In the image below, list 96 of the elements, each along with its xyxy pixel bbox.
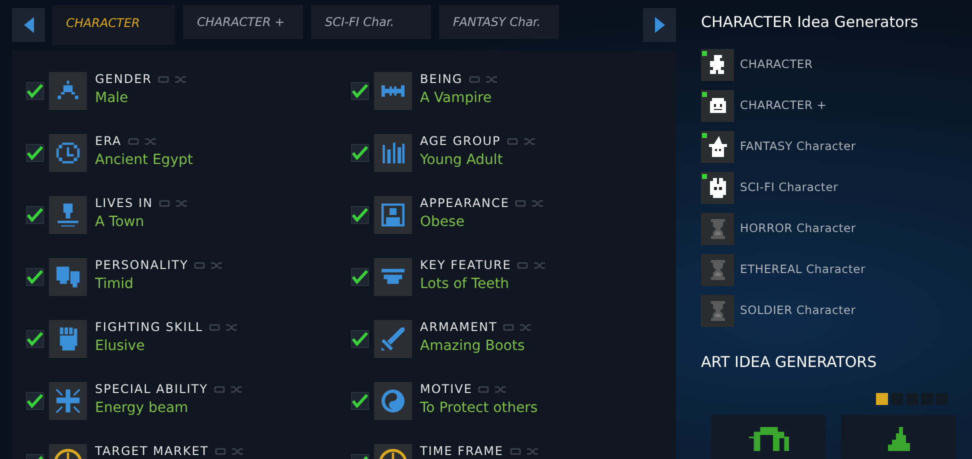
checkbox[interactable] [351, 392, 369, 410]
generator-item[interactable]: CHARACTER [701, 48, 817, 80]
art-card[interactable] [841, 415, 956, 459]
field-label: TIME FRAME [420, 444, 504, 459]
sidebar-title: CHARACTER Idea Generators [701, 12, 918, 33]
generator-label: SCI-FI Character [740, 178, 838, 196]
check-icon [352, 394, 368, 408]
page-indicator[interactable] [876, 393, 888, 405]
shuffle-icon[interactable] [532, 200, 544, 207]
page-indicator[interactable] [906, 393, 918, 405]
tab[interactable]: FANTASY Char. [439, 5, 559, 39]
field-label: ERA [95, 134, 122, 149]
page-indicator[interactable] [891, 393, 903, 405]
generator-item[interactable]: ETHEREAL Character [701, 254, 870, 286]
generator-item[interactable]: SCI-FI Character [701, 172, 842, 204]
shuffle-icon[interactable] [226, 324, 238, 331]
field-value: A Vampire [420, 89, 492, 108]
field-value: To Protect others [420, 399, 538, 418]
check-icon [27, 208, 43, 222]
generator-label: CHARACTER [740, 56, 813, 73]
field-label: PERSONALITY [95, 258, 188, 273]
generator-item[interactable]: SOLDIER Character [701, 294, 860, 326]
shuffle-icon[interactable] [486, 76, 497, 83]
generator-label: ETHEREAL Character [740, 260, 866, 278]
check-icon [27, 84, 43, 98]
field-value: A Town [95, 213, 144, 232]
field-value: Obese [420, 213, 464, 232]
field-label: FIGHTING SKILL [95, 320, 204, 335]
generator-label: SOLDIER Character [740, 302, 856, 319]
shuffle-icon[interactable] [175, 76, 186, 83]
generator-item[interactable]: HORROR Character [701, 212, 860, 244]
page-indicator[interactable] [936, 393, 948, 405]
shuffle-icon[interactable] [526, 448, 538, 455]
shuffle-icon[interactable] [211, 262, 222, 269]
check-icon [352, 84, 368, 98]
tree-drawing [888, 427, 910, 451]
shuffle-icon[interactable] [232, 448, 243, 455]
field-label: KEY FEATURE [420, 258, 512, 273]
check-icon [27, 146, 43, 160]
checkbox[interactable] [26, 144, 44, 162]
shuffle-icon[interactable] [230, 386, 242, 393]
shuffle-icon[interactable] [524, 138, 535, 145]
section-title: ART IDEA GENERATORS [701, 352, 877, 372]
page-indicator[interactable] [921, 393, 933, 405]
check-icon [352, 208, 368, 222]
checkbox[interactable] [351, 268, 369, 286]
check-icon [27, 270, 43, 284]
checkbox[interactable] [351, 82, 369, 100]
field-value: Elusive [95, 337, 145, 356]
field-label: SPECIAL ABILITY [95, 382, 208, 397]
checkbox[interactable] [351, 330, 369, 348]
field-label: TARGET MARKET [95, 444, 209, 459]
check-icon [352, 270, 368, 284]
next-button[interactable] [643, 8, 676, 42]
check-icon [27, 332, 43, 346]
field-label: MOTIVE [420, 382, 472, 397]
shuffle-icon[interactable] [495, 386, 506, 393]
field-value: Lots of Teeth [420, 275, 510, 294]
field-value: Young Adult [420, 151, 503, 170]
field-label: ARMAMENT [420, 320, 498, 335]
art-card[interactable] [711, 415, 826, 459]
field-label: LIVES IN [95, 196, 153, 211]
field-label: GENDER [95, 72, 152, 87]
checkbox[interactable] [26, 330, 44, 348]
tab[interactable]: CHARACTER [52, 5, 175, 45]
checkbox[interactable] [351, 206, 369, 224]
checkbox[interactable] [26, 206, 44, 224]
field-value: Ancient Egypt [95, 151, 193, 170]
field-value: Timid [95, 275, 134, 294]
shuffle-icon[interactable] [176, 200, 187, 207]
right-arrow-icon [654, 17, 664, 33]
tab[interactable]: CHARACTER + [183, 5, 303, 39]
generator-item[interactable]: CHARACTER + [701, 90, 831, 122]
field-value: Male [95, 89, 128, 108]
previous-button[interactable] [12, 8, 45, 42]
shuffle-icon[interactable] [520, 324, 532, 331]
left-arrow-icon [24, 17, 34, 33]
field-label: APPEARANCE [420, 196, 510, 211]
checkbox[interactable] [26, 268, 44, 286]
check-icon [27, 394, 43, 408]
field-label: BEING [420, 72, 463, 87]
field-value: Energy beam [95, 399, 188, 418]
generator-item[interactable]: FANTASY Character [701, 130, 860, 162]
tab[interactable]: SCI-FI Char. [311, 5, 431, 39]
checkbox[interactable] [26, 392, 44, 410]
check-icon [352, 146, 368, 160]
field-value: Amazing Boots [420, 337, 525, 356]
checkbox[interactable] [351, 144, 369, 162]
shuffle-icon[interactable] [534, 262, 546, 269]
generator-label: CHARACTER + [740, 96, 827, 114]
generator-label: FANTASY Character [740, 138, 856, 155]
generator-label: HORROR Character [740, 220, 856, 237]
check-icon [352, 332, 368, 346]
field-label: AGE GROUP [420, 134, 501, 149]
checkbox[interactable] [26, 82, 44, 100]
shuffle-icon[interactable] [144, 138, 156, 145]
